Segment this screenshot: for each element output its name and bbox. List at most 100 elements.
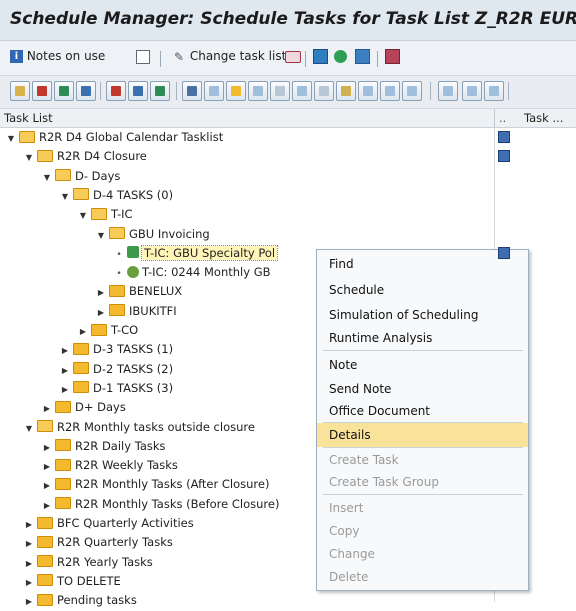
menu-item-copy[interactable]: Copy bbox=[317, 519, 528, 543]
tree-node[interactable]: ▶ R2R Monthly Tasks (After Closure) bbox=[42, 475, 270, 495]
expand-icon[interactable]: ▶ bbox=[60, 341, 70, 360]
tree-node[interactable]: ▶ D-1 TASKS (3) bbox=[60, 379, 173, 398]
menu-item-delete[interactable]: Delete bbox=[317, 565, 528, 589]
tree-node[interactable]: ▶ IBUKITFI bbox=[96, 302, 177, 321]
menu-item-office-document[interactable]: Office Document bbox=[317, 399, 528, 423]
tree-node[interactable]: • T-IC: GBU Specialty Pol bbox=[114, 244, 279, 263]
tree-node[interactable]: ▼ R2R Monthly tasks outside closure bbox=[24, 418, 255, 437]
expand-icon[interactable]: ▶ bbox=[42, 438, 52, 457]
menu-item-simulation[interactable]: Simulation of Scheduling bbox=[317, 303, 528, 327]
expand-button[interactable] bbox=[182, 81, 202, 101]
menu-item-find[interactable]: Find bbox=[317, 252, 528, 276]
forward-button[interactable] bbox=[128, 81, 148, 101]
collapse-icon[interactable]: ▼ bbox=[24, 148, 34, 167]
tree-node[interactable]: ▶ BENELUX bbox=[96, 282, 182, 301]
notes-on-use-button[interactable]: i Notes on use bbox=[10, 49, 105, 63]
status-icon[interactable] bbox=[498, 131, 510, 143]
overview-button[interactable] bbox=[385, 49, 400, 64]
tree-node[interactable]: ▶ R2R Monthly Tasks (Before Closure) bbox=[42, 495, 280, 515]
menu-item-send-note[interactable]: Send Note bbox=[317, 377, 528, 401]
menu-item-create-task-group[interactable]: Create Task Group bbox=[317, 470, 528, 494]
change-task-list-button[interactable]: ✎ Change task list bbox=[174, 49, 286, 63]
back-button[interactable] bbox=[106, 81, 126, 101]
expand-icon[interactable]: ▶ bbox=[24, 515, 34, 534]
right-button[interactable] bbox=[438, 81, 458, 101]
tree-node[interactable]: ▼ D-4 TASKS (0) bbox=[60, 186, 173, 205]
menu-item-change[interactable]: Change bbox=[317, 542, 528, 566]
column-task[interactable]: Task ... bbox=[524, 111, 563, 125]
tree-node[interactable]: • T-IC: 0244 Monthly GB bbox=[114, 263, 270, 282]
expand-icon[interactable]: ▶ bbox=[96, 283, 106, 302]
tree-node[interactable]: ▶ TO DELETE bbox=[24, 572, 121, 591]
refresh-icon bbox=[334, 50, 347, 63]
tree-node[interactable]: ▼ R2R D4 Global Calendar Tasklist bbox=[6, 128, 223, 147]
tree-node[interactable]: ▶ T-CO bbox=[78, 321, 138, 340]
tree-node[interactable]: ▼ GBU Invoicing bbox=[96, 225, 210, 244]
collapse-icon[interactable]: ▼ bbox=[6, 129, 16, 148]
menu-item-details[interactable]: Details bbox=[317, 423, 528, 447]
tree-node[interactable]: ▼ T-IC bbox=[78, 205, 133, 224]
tree-node[interactable]: ▶ D+ Days bbox=[42, 398, 126, 417]
menu-item-note[interactable]: Note bbox=[317, 353, 528, 377]
tree-node[interactable]: ▶ R2R Weekly Tasks bbox=[42, 456, 178, 475]
undo-button[interactable] bbox=[32, 81, 52, 101]
status-icon[interactable] bbox=[498, 246, 510, 259]
find-button[interactable] bbox=[150, 81, 170, 101]
left-button[interactable] bbox=[402, 81, 422, 101]
print-button[interactable] bbox=[285, 49, 301, 63]
refresh-button[interactable] bbox=[334, 49, 347, 63]
collapse-icon[interactable]: ▼ bbox=[24, 419, 34, 438]
tree-node[interactable]: ▶ D-2 TASKS (2) bbox=[60, 360, 173, 379]
tree-node[interactable]: ▶ R2R Daily Tasks bbox=[42, 437, 166, 456]
collapse-icon[interactable]: ▼ bbox=[78, 206, 88, 225]
note-button[interactable] bbox=[462, 81, 482, 101]
expand-icon[interactable]: ▶ bbox=[42, 457, 52, 476]
tree-node[interactable]: ▶ BFC Quarterly Activities bbox=[24, 514, 194, 533]
find-icon bbox=[155, 86, 165, 96]
edit-button[interactable] bbox=[336, 81, 356, 101]
list-view-button[interactable] bbox=[136, 49, 150, 64]
expand-icon[interactable]: ▶ bbox=[24, 534, 34, 553]
filter-button[interactable] bbox=[484, 81, 504, 101]
menu-item-schedule[interactable]: Schedule bbox=[317, 278, 528, 302]
expand-icon[interactable]: ▶ bbox=[60, 380, 70, 399]
expand-icon[interactable]: ▶ bbox=[24, 573, 34, 592]
tree-node[interactable]: ▶ R2R Yearly Tasks bbox=[24, 553, 153, 572]
column-status[interactable]: .. bbox=[499, 111, 506, 125]
column-divider[interactable] bbox=[494, 109, 495, 127]
expand-icon[interactable]: ▶ bbox=[42, 476, 52, 495]
save-button[interactable] bbox=[76, 81, 96, 101]
copy-button[interactable] bbox=[248, 81, 268, 101]
collapse-icon[interactable]: ▼ bbox=[60, 187, 70, 206]
collapse-icon[interactable]: ▼ bbox=[42, 168, 52, 187]
expand-icon[interactable]: ▶ bbox=[24, 554, 34, 573]
collapse-icon[interactable]: ▼ bbox=[96, 226, 106, 245]
column-task-list[interactable]: Task List bbox=[4, 111, 53, 125]
menu-item-runtime-analysis[interactable]: Runtime Analysis bbox=[317, 326, 528, 350]
menu-item-create-task[interactable]: Create Task bbox=[317, 448, 528, 472]
create-button[interactable] bbox=[204, 81, 224, 101]
settings-button[interactable] bbox=[10, 81, 30, 101]
expand-icon[interactable]: ▶ bbox=[60, 361, 70, 380]
expand-icon[interactable]: ▶ bbox=[42, 399, 52, 418]
menu-label: Details bbox=[329, 428, 371, 442]
execute-button[interactable] bbox=[54, 81, 74, 101]
menu-item-insert[interactable]: Insert bbox=[317, 496, 528, 520]
tree-node[interactable]: ▼ R2R D4 Closure bbox=[24, 147, 147, 166]
paste-button[interactable] bbox=[270, 81, 290, 101]
cut-button[interactable] bbox=[314, 81, 334, 101]
hierarchy-button[interactable] bbox=[313, 49, 328, 64]
folder-button[interactable] bbox=[226, 81, 246, 101]
tree-node[interactable]: ▶ D-3 TASKS (1) bbox=[60, 340, 173, 359]
tree-node[interactable]: ▶ R2R Quarterly Tasks bbox=[24, 533, 173, 552]
up-button[interactable] bbox=[358, 81, 378, 101]
tree-node[interactable]: ▼ D- Days bbox=[42, 167, 120, 186]
status-icon[interactable] bbox=[498, 150, 510, 163]
filter-button[interactable] bbox=[355, 49, 370, 64]
expand-icon[interactable]: ▶ bbox=[42, 496, 52, 515]
down-button[interactable] bbox=[380, 81, 400, 101]
insert-button[interactable] bbox=[292, 81, 312, 101]
expand-icon[interactable]: ▶ bbox=[96, 303, 106, 322]
tree-node[interactable]: ▶ Pending tasks bbox=[24, 591, 137, 610]
expand-icon[interactable]: ▶ bbox=[78, 322, 88, 341]
